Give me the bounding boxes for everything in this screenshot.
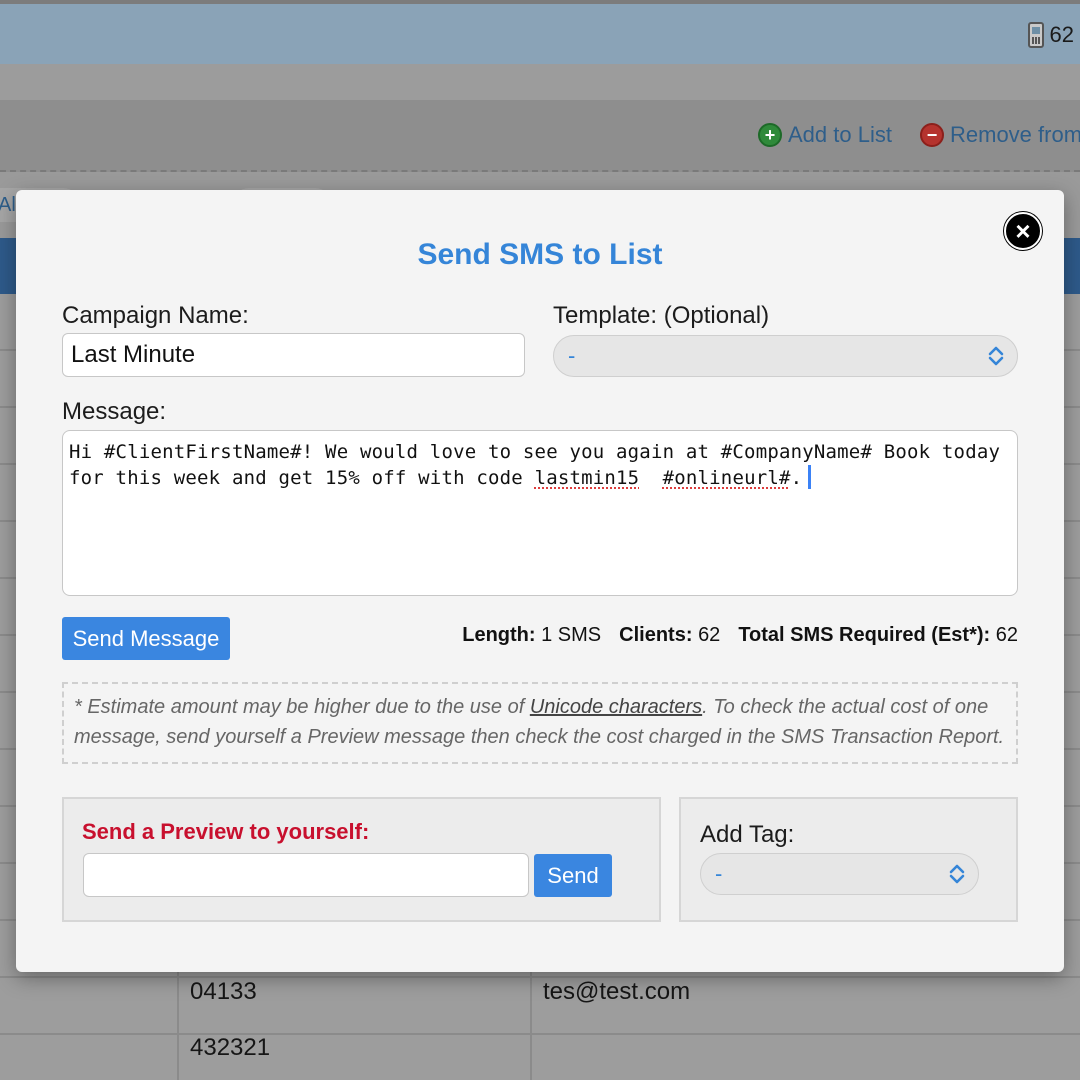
campaign-name-input[interactable] [62,333,525,377]
plus-circle-icon: + [758,123,782,147]
preview-send-button[interactable]: Send [534,854,612,897]
preview-title: Send a Preview to yourself: [82,819,370,844]
length-label: Length: [462,624,536,646]
preview-phone-input[interactable] [83,853,529,897]
total-sms-label: Total SMS Required (Est*): [738,624,991,646]
add-tag-label: Add Tag: [700,821,795,848]
chevron-updown-icon [949,864,965,884]
send-message-button[interactable]: Send Message [62,617,230,660]
length-value: 1 SMS [541,624,602,646]
modal-title: Send SMS to List [417,238,663,271]
text-caret [808,465,812,489]
minus-circle-icon: − [920,123,944,147]
add-tag-select[interactable]: - [700,853,979,895]
message-spacer [639,467,662,489]
total-sms-value: 62 [995,624,1018,646]
sms-credit-counter: 62 [1027,22,1074,48]
message-label: Message: [62,398,167,425]
table-cell-phone: 04133 [190,978,257,1005]
sms-credit-value: 62 [1049,22,1074,47]
estimate-note-text: * Estimate amount may be higher due to t… [74,696,530,718]
send-sms-modal: × Send SMS to List Campaign Name: Templa… [16,190,1064,972]
mobile-phone-icon [1027,22,1044,48]
template-select-value: - [568,343,576,368]
clients-value: 62 [698,624,721,646]
table-cell-email: tes@test.com [543,978,691,1005]
unicode-characters-link[interactable]: Unicode characters [530,696,702,718]
preview-panel: Send a Preview to yourself: Send [62,797,661,922]
add-to-list-link[interactable]: + Add to List [758,122,892,148]
chevron-updown-icon [988,346,1004,366]
add-tag-panel: Add Tag: - [679,797,1018,922]
message-code-word: lastmin15 [534,467,640,489]
message-textarea[interactable]: Hi #ClientFirstName#! We would love to s… [62,430,1018,596]
template-select[interactable]: - [553,335,1018,377]
column-divider [530,960,532,1080]
template-label: Template: (Optional) [553,302,770,329]
remove-from-list-link[interactable]: − Remove from [920,122,1080,148]
list-actions-bar: + Add to List − Remove from [0,100,1080,172]
remove-from-list-label: Remove from [950,122,1080,147]
top-bar: 62 [0,0,1080,64]
sms-stats: Length: 1 SMS Clients: 62 Total SMS Requ… [462,624,1018,647]
add-tag-select-value: - [715,861,723,886]
message-end: . [790,467,803,489]
message-url-token: #onlineurl# [662,467,791,489]
estimate-note: * Estimate amount may be higher due to t… [62,682,1018,764]
toolbar-gap [0,64,1080,100]
clients-label: Clients: [619,624,693,646]
add-to-list-label: Add to List [788,122,892,147]
column-divider [177,960,179,1080]
campaign-name-label: Campaign Name: [62,302,249,329]
table-cell-phone: 432321 [190,1034,271,1061]
